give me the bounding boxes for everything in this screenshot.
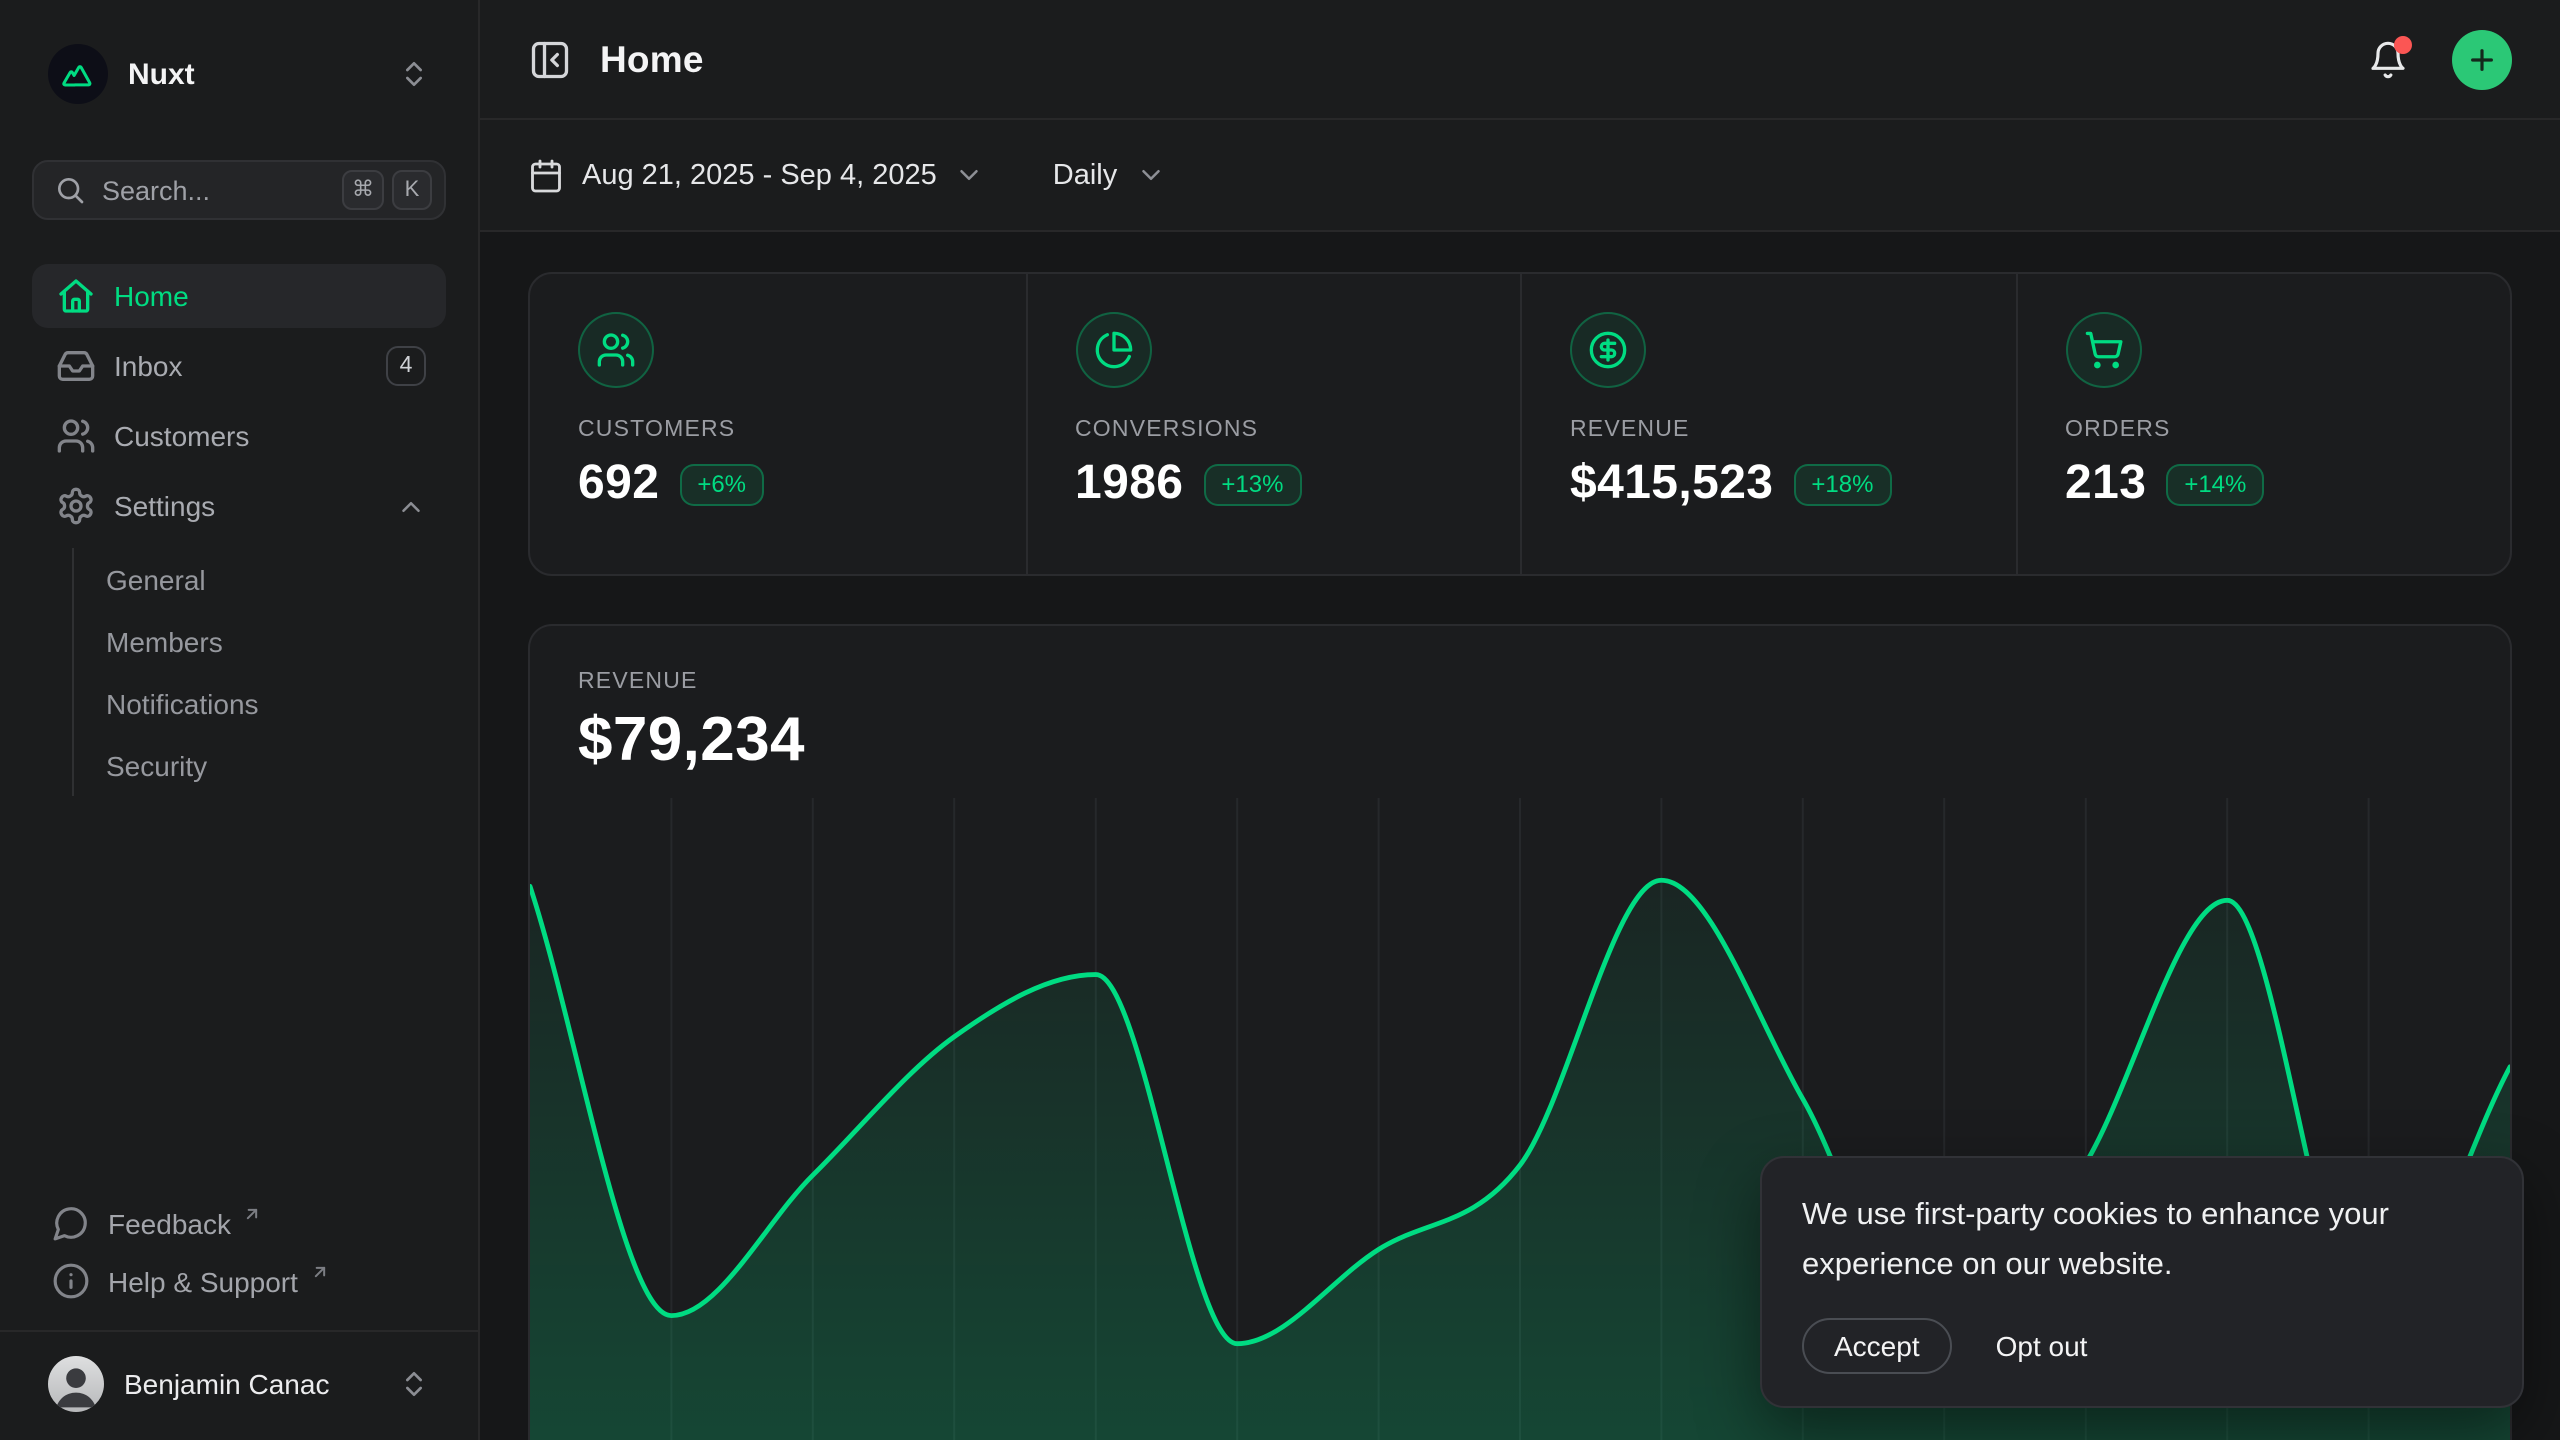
sidebar-item-members[interactable]: Members [74, 610, 446, 672]
cookie-message: We use first-party cookies to enhance yo… [1802, 1193, 2482, 1292]
sidebar-item-label: Home [114, 280, 426, 312]
message-circle-icon [52, 1204, 90, 1242]
revenue-panel-label: REVENUE [578, 670, 2462, 694]
home-icon [56, 276, 96, 316]
date-range-button[interactable]: Aug 21, 2025 - Sep 4, 2025 [528, 157, 985, 193]
stat-label: ORDERS [2065, 418, 2462, 442]
sidebar-item-label: Customers [114, 420, 426, 452]
stat-conversions[interactable]: CONVERSIONS 1986 +13% [1025, 274, 1520, 574]
stat-delta-badge: +13% [1203, 463, 1301, 505]
accept-button[interactable]: Accept [1802, 1318, 1952, 1374]
calendar-icon [528, 157, 564, 193]
team-switcher[interactable]: Nuxt [32, 36, 446, 112]
gear-icon [56, 486, 96, 526]
top-header: Home [480, 0, 2560, 120]
stat-delta-badge: +14% [2166, 463, 2264, 505]
dashboard: Nuxt Search... ⌘ K Home [0, 0, 2560, 1440]
stat-label: CUSTOMERS [578, 418, 977, 442]
cookie-banner: We use first-party cookies to enhance yo… [1760, 1157, 2524, 1408]
stat-delta-badge: +18% [1793, 463, 1891, 505]
sidebar-item-home[interactable]: Home [32, 264, 446, 328]
avatar [48, 1356, 104, 1412]
opt-out-button[interactable]: Opt out [1996, 1330, 2088, 1362]
chevron-up-icon [396, 491, 426, 521]
feedback-label: Feedback [108, 1207, 231, 1239]
stat-value: 213 [2065, 456, 2146, 512]
sidebar-item-notifications[interactable]: Notifications [74, 672, 446, 734]
external-link-icon [243, 1204, 263, 1224]
shopping-cart-icon [2065, 312, 2141, 388]
chevrons-up-down-icon [398, 58, 430, 90]
users-icon [578, 312, 654, 388]
search-shortcut: ⌘ K [342, 170, 432, 210]
notification-dot [2394, 35, 2412, 53]
inbox-count-badge: 4 [386, 346, 426, 386]
search-input[interactable]: Search... ⌘ K [32, 160, 446, 220]
kbd-k: K [392, 170, 432, 210]
date-range-label: Aug 21, 2025 - Sep 4, 2025 [582, 159, 937, 191]
granularity-select[interactable]: Daily [1053, 159, 1165, 191]
stat-label: CONVERSIONS [1075, 418, 1472, 442]
sidebar-nav: Home Inbox 4 Customers Settings [32, 264, 446, 796]
team-name: Nuxt [128, 57, 378, 91]
external-link-icon [310, 1262, 330, 1282]
plus-icon [2466, 43, 2498, 75]
filters-toolbar: Aug 21, 2025 - Sep 4, 2025 Daily [480, 120, 2560, 232]
dollar-circle-icon [1570, 312, 1646, 388]
sidebar: Nuxt Search... ⌘ K Home [0, 0, 480, 1440]
users-icon [56, 416, 96, 456]
stat-customers[interactable]: CUSTOMERS 692 +6% [530, 274, 1025, 574]
sidebar-item-label: Inbox [114, 350, 368, 382]
stat-orders[interactable]: ORDERS 213 +14% [2015, 274, 2510, 574]
stat-revenue[interactable]: REVENUE $415,523 +18% [1520, 274, 2015, 574]
notifications-button[interactable] [2368, 39, 2408, 79]
kbd-cmd: ⌘ [342, 170, 384, 210]
stat-value: 692 [578, 456, 659, 512]
sidebar-item-security[interactable]: Security [74, 734, 446, 796]
stat-value: $415,523 [1570, 456, 1773, 512]
stat-value: 1986 [1075, 456, 1183, 512]
sidebar-divider [0, 1330, 478, 1332]
user-name: Benjamin Canac [124, 1368, 378, 1400]
sidebar-item-settings[interactable]: Settings [32, 474, 446, 538]
help-support-label: Help & Support [108, 1265, 298, 1297]
settings-subnav: General Members Notifications Security [72, 548, 446, 796]
sidebar-item-customers[interactable]: Customers [32, 404, 446, 468]
chevrons-up-down-icon [398, 1368, 430, 1400]
search-icon [54, 174, 86, 206]
chevron-down-icon [955, 160, 985, 190]
add-button[interactable] [2452, 29, 2512, 89]
pie-chart-icon [1075, 312, 1151, 388]
inbox-icon [56, 346, 96, 386]
page-title: Home [600, 37, 704, 81]
sidebar-item-help-support[interactable]: Help & Support [32, 1252, 446, 1310]
nuxt-logo-icon [48, 44, 108, 104]
sidebar-item-inbox[interactable]: Inbox 4 [32, 334, 446, 398]
sidebar-item-general[interactable]: General [74, 548, 446, 610]
stat-label: REVENUE [1570, 418, 1967, 442]
info-circle-icon [52, 1262, 90, 1300]
search-placeholder: Search... [102, 175, 326, 205]
sidebar-item-feedback[interactable]: Feedback [32, 1194, 446, 1252]
chevron-down-icon [1135, 160, 1165, 190]
stats-row: CUSTOMERS 692 +6% CONVERSIONS 1986 +13% [528, 272, 2512, 576]
user-menu-button[interactable]: Benjamin Canac [32, 1348, 446, 1420]
revenue-panel-value: $79,234 [578, 704, 2462, 776]
app-window: Nuxt Search... ⌘ K Home [0, 0, 2560, 1440]
stat-delta-badge: +6% [679, 463, 764, 505]
sidebar-item-label: Settings [114, 490, 378, 522]
collapse-sidebar-icon[interactable] [528, 37, 572, 81]
sidebar-spacer [32, 796, 446, 1194]
granularity-label: Daily [1053, 159, 1117, 191]
